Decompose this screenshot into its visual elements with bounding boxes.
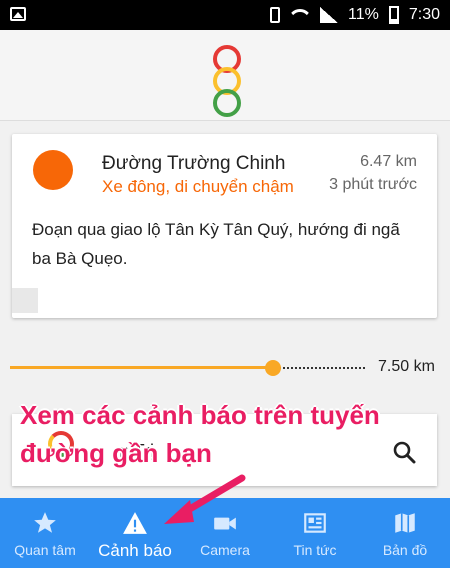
status-icons: 11% 7:30 xyxy=(270,6,440,24)
status-bar: 11% 7:30 xyxy=(0,0,450,30)
tab-label: Cảnh báo xyxy=(98,541,172,560)
tab-label: Quan tâm xyxy=(14,542,76,558)
tab-quan-tam[interactable]: Quan tâm xyxy=(0,498,90,568)
map-icon xyxy=(395,513,415,533)
tab-label: Bản đồ xyxy=(382,542,428,558)
alert-description: Đoạn qua giao lộ Tân Kỳ Tân Quý, hướng đ… xyxy=(32,220,400,268)
wifi-icon xyxy=(290,7,310,23)
battery-percent: 11% xyxy=(348,6,379,23)
news-icon xyxy=(304,513,326,533)
alert-thumbnail[interactable] xyxy=(12,288,38,313)
slider-fill xyxy=(10,366,273,369)
clock: 7:30 xyxy=(408,6,440,23)
vibrate-icon xyxy=(270,7,281,23)
radius-value: 7.50 km xyxy=(378,358,435,375)
alert-severity-dot xyxy=(33,150,73,190)
alert-road-name: Đường Trường Chinh xyxy=(102,153,286,174)
warning-icon xyxy=(123,512,147,534)
image-notification-icon xyxy=(10,7,26,21)
tab-label: Tin tức xyxy=(293,542,337,558)
radius-slider[interactable] xyxy=(10,358,365,378)
annotation-arrow-icon xyxy=(164,474,246,524)
traffic-light-logo-icon xyxy=(211,45,241,117)
alert-distance: 6.47 km xyxy=(360,153,417,170)
alert-card[interactable]: Đường Trường Chinh Xe đông, di chuyển ch… xyxy=(12,134,437,318)
tutorial-caption: Xem các cảnh báo trên tuyến đường gần bạ… xyxy=(20,400,380,468)
app-bar xyxy=(0,30,450,121)
signal-icon xyxy=(320,7,339,23)
alert-status: Xe đông, di chuyển chậm xyxy=(102,177,294,196)
tab-tin-tuc[interactable]: Tin tức xyxy=(270,498,360,568)
tab-label: Camera xyxy=(200,542,250,558)
slider-handle[interactable] xyxy=(265,360,281,376)
alert-time-ago: 3 phút trước xyxy=(329,176,417,193)
tab-ban-do[interactable]: Bản đồ xyxy=(360,498,450,568)
battery-icon xyxy=(388,6,399,24)
star-icon xyxy=(34,512,56,533)
